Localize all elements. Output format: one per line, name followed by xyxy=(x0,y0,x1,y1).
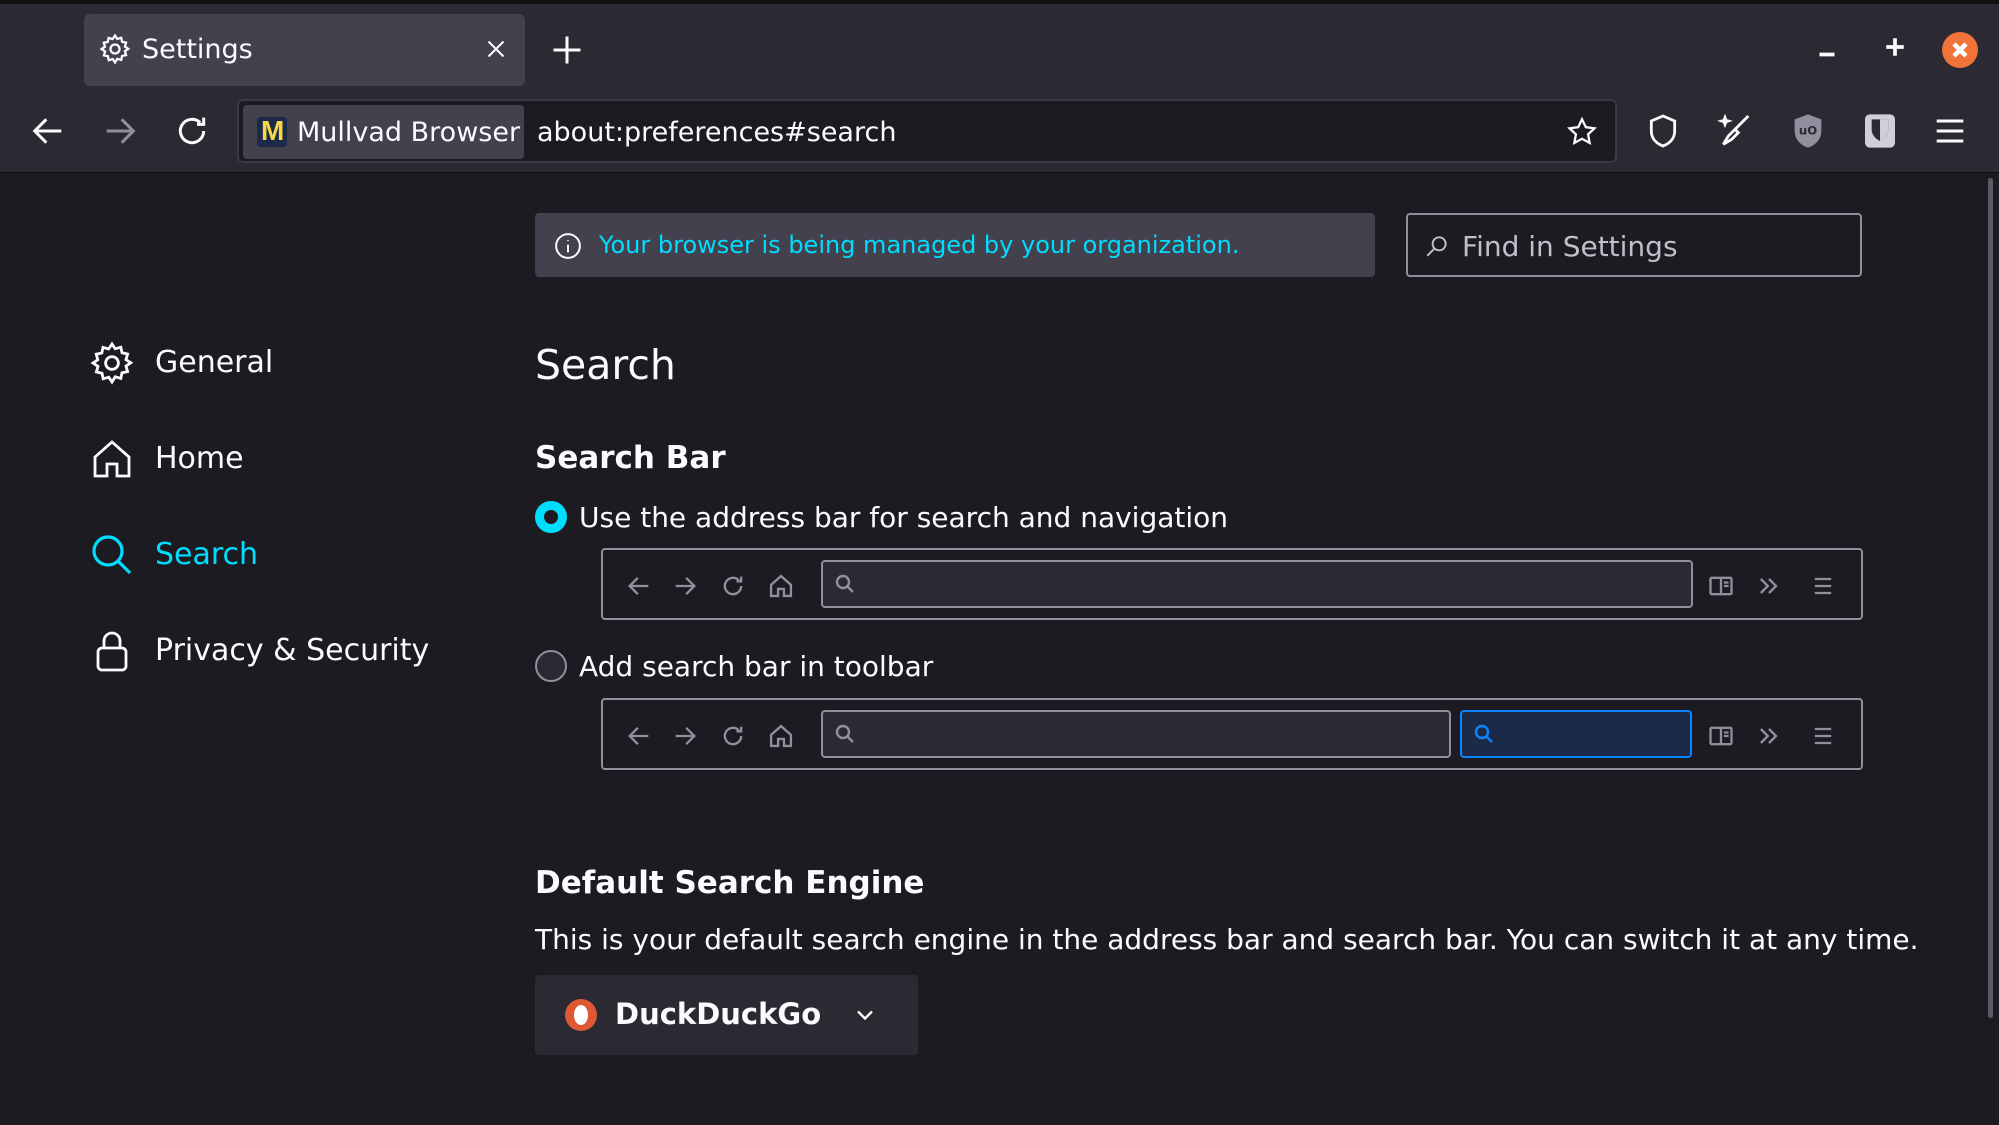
tab-settings[interactable]: Settings xyxy=(84,14,525,86)
tab-title: Settings xyxy=(142,34,253,65)
tab-strip: Settings xyxy=(0,0,1999,91)
chevron-down-icon xyxy=(857,1010,873,1021)
bitwarden-icon[interactable] xyxy=(1860,111,1900,151)
back-arrow-icon[interactable] xyxy=(28,111,68,151)
identity-box[interactable]: M Mullvad Browser xyxy=(243,105,524,159)
gear-icon xyxy=(99,33,131,65)
new-tab-plus-icon[interactable] xyxy=(549,32,585,68)
sidebar-item-search[interactable]: Search xyxy=(88,527,488,583)
lock-icon xyxy=(96,631,128,672)
url-text[interactable]: about:preferences#search xyxy=(537,117,896,148)
overflow-chevrons-icon xyxy=(1760,728,1778,744)
gear-icon xyxy=(90,341,134,385)
sidebar-item-general[interactable]: General xyxy=(88,335,488,391)
sidebar-item-label: Home xyxy=(155,441,244,476)
home-icon xyxy=(93,440,131,478)
radio-label: Add search bar in toolbar xyxy=(579,650,934,683)
find-placeholder: Find in Settings xyxy=(1462,230,1678,263)
back-arrow-icon xyxy=(628,727,649,745)
default-search-engine-description: This is your default search engine in th… xyxy=(535,923,1919,956)
address-bar-preview xyxy=(601,548,1863,620)
url-bar[interactable]: M Mullvad Browser about:preferences#sear… xyxy=(237,99,1617,163)
bookmark-star-icon[interactable] xyxy=(1565,115,1599,149)
selected-engine-label: DuckDuckGo xyxy=(615,997,822,1031)
radio-button-checked[interactable] xyxy=(535,501,567,533)
sidebar-item-label: Privacy & Security xyxy=(155,633,430,668)
radio-add-search-bar[interactable]: Add search bar in toolbar xyxy=(535,648,1135,688)
back-arrow-icon xyxy=(628,577,649,595)
sidebar-item-label: General xyxy=(155,345,274,380)
ublock-origin-icon[interactable]: uO xyxy=(1788,111,1828,151)
mullvad-logo-icon: M xyxy=(257,115,287,147)
hamburger-menu-icon xyxy=(1814,727,1832,745)
preferences-content: Your browser is being managed by your or… xyxy=(0,173,1999,1125)
forward-arrow-icon xyxy=(675,727,696,745)
sidebar-item-label: Search xyxy=(155,537,259,572)
reload-icon xyxy=(723,726,743,746)
preview-url-field xyxy=(821,560,1693,608)
forward-arrow-icon[interactable] xyxy=(100,111,140,151)
radio-button-unchecked[interactable] xyxy=(535,650,567,682)
page-title: Search xyxy=(535,341,676,389)
close-icon[interactable] xyxy=(481,34,511,64)
search-icon xyxy=(1474,724,1493,743)
forward-arrow-icon xyxy=(675,577,696,595)
search-bar-preview xyxy=(601,698,1863,770)
overflow-chevrons-icon xyxy=(1760,578,1778,594)
radio-label: Use the address bar for search and navig… xyxy=(579,501,1229,534)
search-icon xyxy=(835,574,854,593)
preview-url-field xyxy=(821,710,1451,758)
sidebar-item-privacy-security[interactable]: Privacy & Security xyxy=(88,623,488,679)
shield-icon[interactable] xyxy=(1643,111,1683,151)
default-search-engine-heading: Default Search Engine xyxy=(535,865,925,901)
broom-icon[interactable] xyxy=(1715,111,1755,151)
svg-text:uO: uO xyxy=(1799,123,1817,137)
sidebar-item-home[interactable]: Home xyxy=(88,431,488,487)
find-in-settings-input[interactable]: Find in Settings xyxy=(1406,213,1862,277)
scrollbar[interactable] xyxy=(1988,178,1993,1018)
radio-use-address-bar[interactable]: Use the address bar for search and navig… xyxy=(535,499,1335,539)
duckduckgo-icon xyxy=(565,999,597,1031)
sidebar-icon xyxy=(1709,576,1733,596)
reload-icon xyxy=(723,576,743,596)
reload-icon[interactable] xyxy=(172,111,212,151)
managed-notice-link[interactable]: Your browser is being managed by your or… xyxy=(599,231,1239,259)
window-close-button[interactable] xyxy=(1942,32,1978,68)
search-icon xyxy=(1426,236,1447,257)
maximize-icon[interactable] xyxy=(1880,32,1910,62)
home-icon xyxy=(769,724,793,748)
navigation-toolbar: M Mullvad Browser about:preferences#sear… xyxy=(0,91,1999,173)
search-icon xyxy=(835,724,854,743)
close-icon xyxy=(1952,42,1968,58)
identity-label: Mullvad Browser xyxy=(297,117,521,148)
preview-search-field xyxy=(1460,710,1692,758)
managed-notice[interactable]: Your browser is being managed by your or… xyxy=(535,213,1375,277)
hamburger-menu-icon xyxy=(1814,577,1832,595)
home-icon xyxy=(769,574,793,598)
sidebar-icon xyxy=(1709,726,1733,746)
search-bar-heading: Search Bar xyxy=(535,440,726,476)
hamburger-menu-icon[interactable] xyxy=(1930,111,1970,151)
default-search-engine-select[interactable]: DuckDuckGo xyxy=(535,975,918,1055)
search-icon xyxy=(92,535,132,575)
minimize-icon[interactable] xyxy=(1812,32,1842,62)
info-icon xyxy=(555,233,581,259)
